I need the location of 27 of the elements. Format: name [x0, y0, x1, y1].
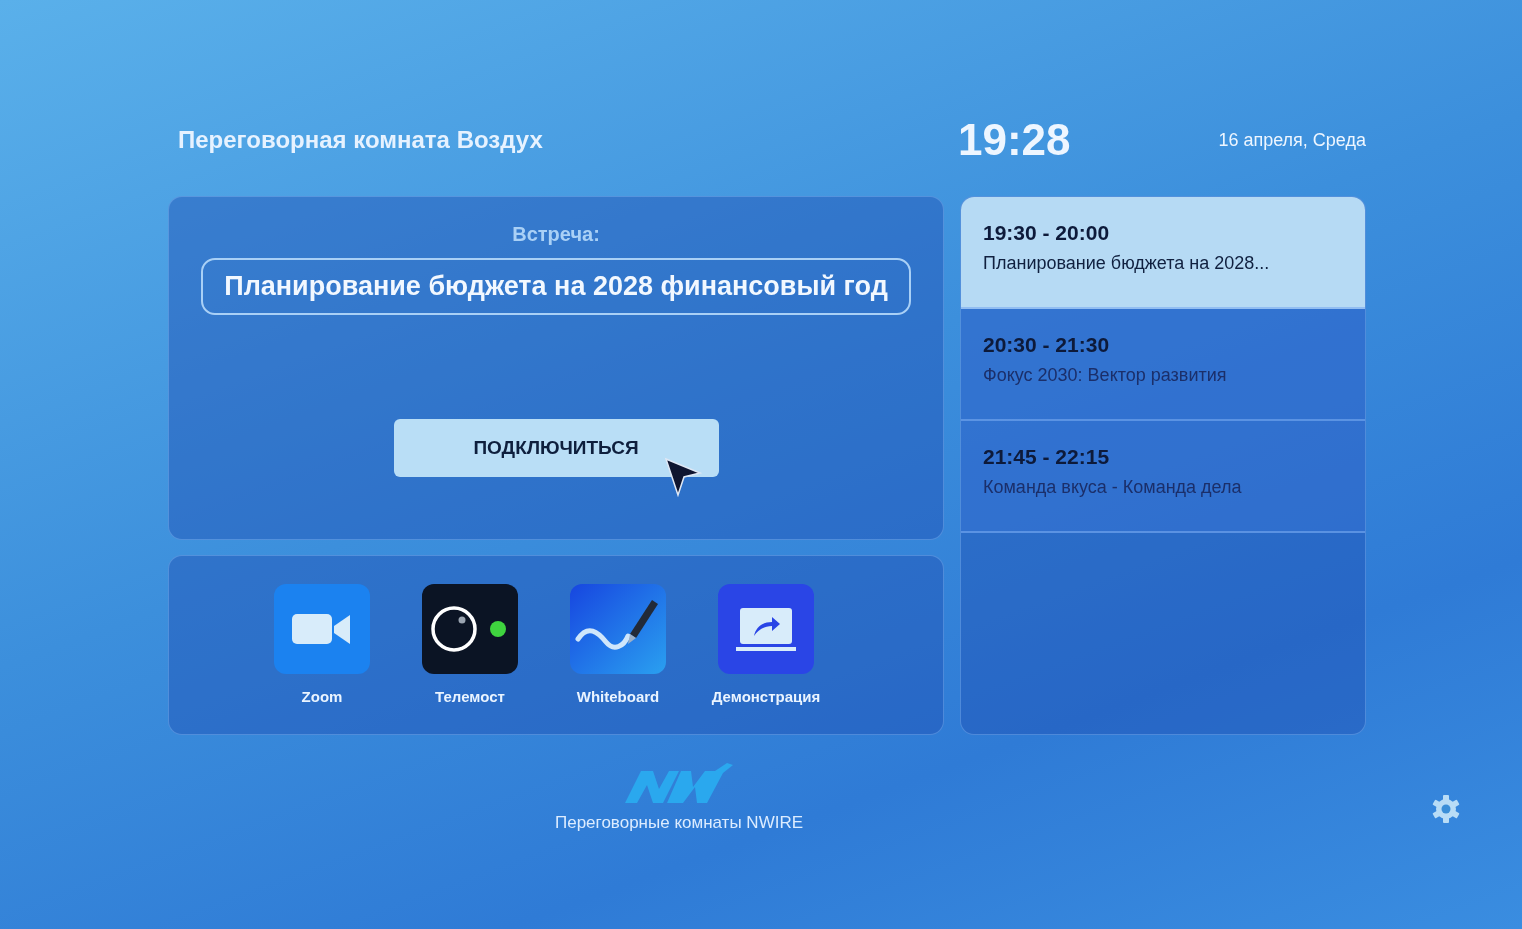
- meeting-name: Планирование бюджета на 2028...: [983, 253, 1271, 274]
- schedule-item[interactable]: 21:45 - 22:15 Команда вкуса - Команда дела: [961, 421, 1365, 533]
- settings-icon[interactable]: [1430, 793, 1462, 825]
- app-label: Телемост: [435, 688, 505, 705]
- meeting-name: Фокус 2030: Вектор развития: [983, 365, 1228, 386]
- meeting-time: 19:30 - 20:00: [983, 221, 1111, 245]
- meeting-name: Команда вкуса - Команда дела: [983, 477, 1243, 498]
- schedule-item[interactable]: 19:30 - 20:00 Планирование бюджета на 2028...: [961, 197, 1365, 309]
- schedule-item[interactable]: 20:30 - 21:30 Фокус 2030: Вектор развития: [961, 309, 1365, 421]
- app-label: Zoom: [301, 688, 343, 705]
- video-camera-icon[interactable]: [274, 584, 370, 674]
- connect-button[interactable]: ПОДКЛЮЧИТЬСЯ: [393, 419, 719, 477]
- meeting-time: 20:30 - 21:30: [983, 333, 1111, 357]
- screen-share-icon[interactable]: [718, 584, 814, 674]
- meeting-label: Встреча:: [512, 223, 600, 246]
- date-text: 16 апреля, Среда: [1218, 129, 1366, 151]
- mouse-pointer-icon: [663, 457, 702, 497]
- brand-caption: Переговорные комнаты NWIRE: [555, 813, 803, 833]
- room-name: Переговорная комната Воздух: [177, 126, 544, 154]
- camera-lens-icon[interactable]: [422, 584, 518, 674]
- app-label: Демонстрация: [711, 688, 821, 705]
- pen-stroke-icon[interactable]: [570, 584, 666, 674]
- logo-icon: [623, 763, 735, 805]
- app-label: Whiteboard: [576, 688, 660, 705]
- clock-time: 19:28: [957, 115, 1071, 165]
- meeting-time: 21:45 - 22:15: [983, 445, 1111, 469]
- meeting-title: Планирование бюджета на 2028 финансовый год: [201, 258, 911, 315]
